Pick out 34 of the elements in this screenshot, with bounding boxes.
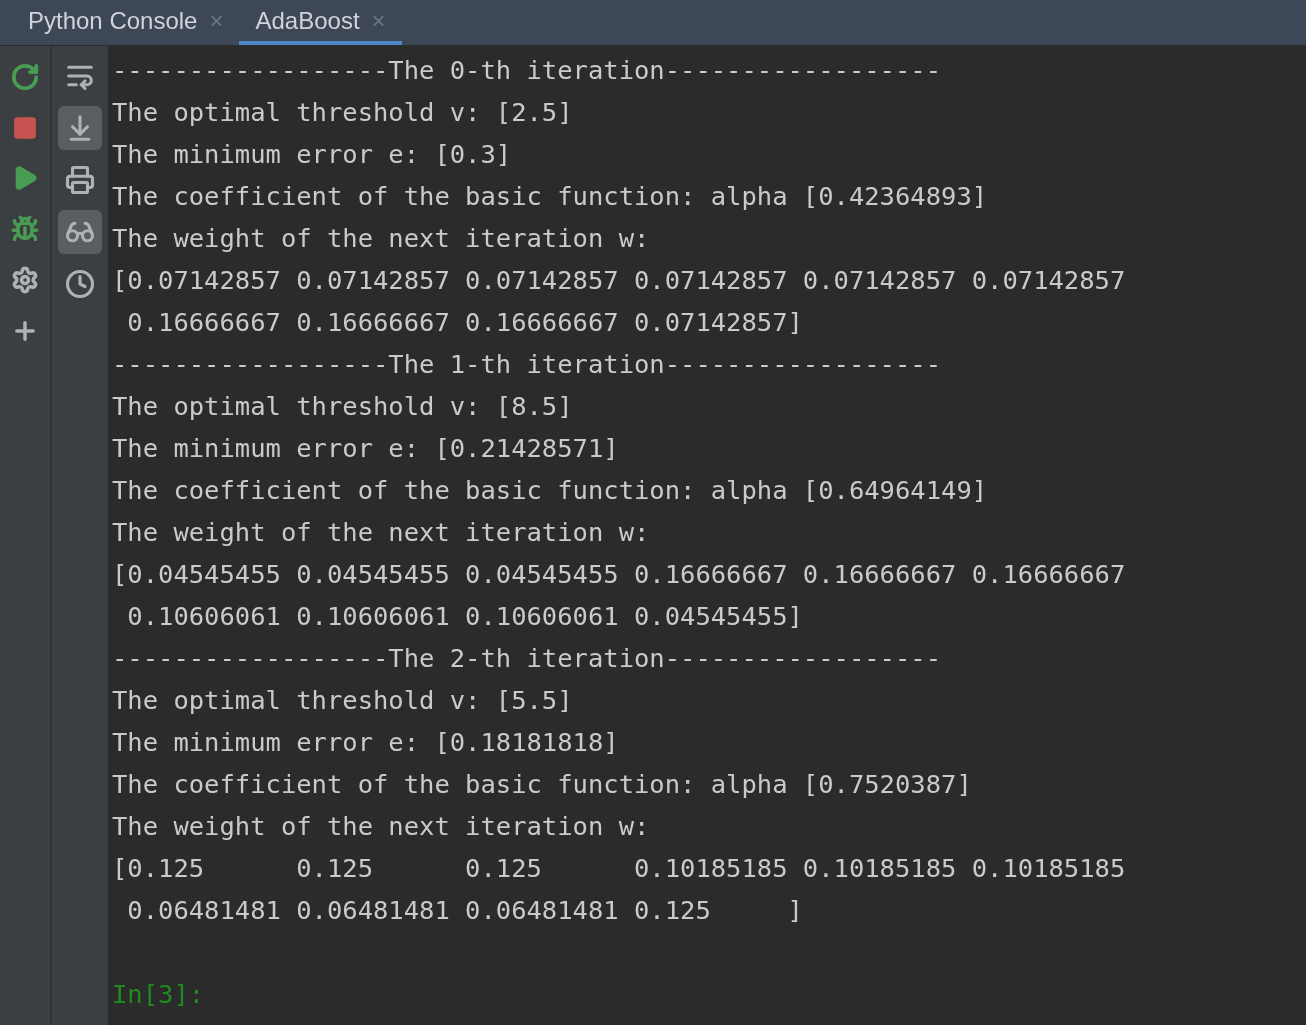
output-line: [0.04545455 0.04545455 0.04545455 0.16666667 0.16666667 0.16666667 bbox=[112, 558, 1126, 591]
output-line: The optimal threshold v: [5.5] bbox=[112, 684, 573, 717]
output-line: ------------------The 1-th iteration------------------ bbox=[112, 348, 942, 381]
output-line: 0.16666667 0.16666667 0.16666667 0.07142857] bbox=[126, 306, 803, 339]
output-line: The minimum error e: [0.21428571] bbox=[112, 432, 619, 465]
output-line: [0.07142857 0.07142857 0.07142857 0.07142857 0.07142857 0.07142857 bbox=[112, 264, 1126, 297]
output-line: The minimum error e: [0.3] bbox=[112, 138, 512, 171]
input-prompt[interactable]: In[3]: bbox=[112, 973, 205, 1015]
output-line: ------------------The 0-th iteration------------------ bbox=[112, 54, 942, 87]
stop-icon[interactable] bbox=[12, 115, 38, 141]
output-line: The coefficient of the basic function: alpha [0.7520387] bbox=[112, 768, 972, 801]
output-line: 0.10606061 0.10606061 0.10606061 0.04545455] bbox=[126, 600, 803, 633]
output-line: The minimum error e: [0.18181818] bbox=[112, 726, 619, 759]
close-icon[interactable]: × bbox=[209, 2, 224, 39]
output-line: The weight of the next iteration w: bbox=[112, 516, 650, 549]
output-line: The weight of the next iteration w: bbox=[112, 222, 650, 255]
bug-icon[interactable] bbox=[11, 215, 39, 243]
output-line: [0.125 0.125 0.125 0.10185185 0.10185185 0.10185185 bbox=[112, 852, 1126, 885]
settings-icon[interactable] bbox=[11, 266, 39, 294]
rerun-icon[interactable] bbox=[10, 62, 40, 92]
output-line: The coefficient of the basic function: alpha [0.64964149] bbox=[112, 474, 988, 507]
output-line: 0.06481481 0.06481481 0.06481481 0.125 ] bbox=[126, 894, 803, 927]
tab[interactable]: AdaBoost × bbox=[239, 0, 402, 45]
close-icon[interactable]: × bbox=[371, 2, 386, 39]
output-line: The weight of the next iteration w: bbox=[112, 810, 650, 843]
output-line: The coefficient of the basic function: alpha [0.42364893] bbox=[112, 180, 988, 213]
printer-icon bbox=[65, 165, 95, 195]
toolbar-toggle[interactable] bbox=[58, 106, 102, 150]
tab[interactable]: Python Console × bbox=[12, 0, 240, 45]
output-line: The optimal threshold v: [8.5] bbox=[112, 390, 573, 423]
clock-icon bbox=[65, 269, 95, 299]
output-line: The optimal threshold v: [2.5] bbox=[112, 96, 573, 129]
output-line: ------------------The 2-th iteration------------------ bbox=[112, 642, 942, 675]
toolbar-toggle[interactable] bbox=[58, 210, 102, 254]
